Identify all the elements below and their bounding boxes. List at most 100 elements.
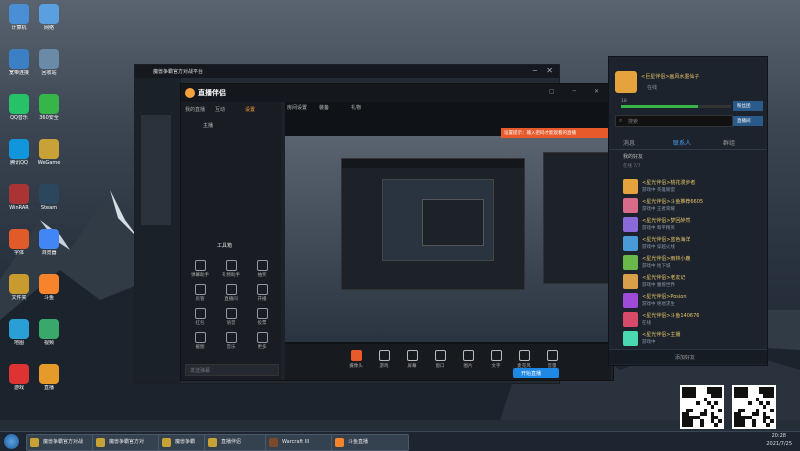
contact-avatar (623, 236, 638, 251)
bottom-tool[interactable]: 游戏 (371, 348, 397, 372)
bottom-tool[interactable]: 窗口 (427, 348, 453, 372)
tool-button[interactable]: 直播间 (216, 282, 246, 304)
tool-label: 弹幕助手 (191, 273, 209, 278)
desktop-icon[interactable]: 网络 (32, 4, 66, 31)
main-tab[interactable]: 设置 (245, 106, 255, 113)
desktop-icon[interactable]: 文件夹 (2, 274, 36, 301)
list-item[interactable]: <星光伴侣>雨林小鹿 游戏中 地下城 (623, 254, 763, 271)
tool-label: 房管 (195, 297, 205, 302)
tool-button[interactable]: 礼物助手 (216, 258, 246, 280)
desktop-icon[interactable]: 直播 (32, 364, 66, 391)
tool-button[interactable]: 抽奖 (247, 258, 277, 280)
list-item[interactable]: <星光伴侣>斗鱼推荐6605 游戏中 王者荣耀 (623, 197, 763, 214)
tool-icon (194, 332, 206, 343)
desktop-icon-image (39, 4, 59, 24)
desktop-icon[interactable]: 斗鱼 (32, 274, 66, 301)
tool-button[interactable]: 音乐 (216, 330, 246, 352)
sub-tab[interactable]: 礼物 (351, 104, 361, 111)
desktop-icon-label: 视频 (43, 340, 54, 346)
qr-code-right (732, 385, 776, 429)
tool-icon (256, 260, 268, 271)
desktop-icon[interactable]: 视频 (32, 319, 66, 346)
contact-sub: 游戏中 王者荣耀 (642, 207, 675, 212)
desktop-icon[interactable]: 360安全 (32, 94, 66, 121)
start-live-button[interactable]: 开始直播 (513, 368, 559, 378)
desktop-icon[interactable]: 回收站 (32, 49, 66, 76)
desktop-icon-label: 宽带连接 (8, 70, 29, 76)
list-item[interactable]: <星光伴侣>梦回醉然 游戏中 和平精英 (623, 216, 763, 233)
chat-input-placeholder: 发送弹幕 (190, 368, 211, 374)
desktop-icon[interactable]: Steam (32, 184, 66, 211)
contact-avatar (623, 331, 638, 346)
desktop-icon[interactable]: 腾讯QQ (2, 139, 36, 166)
tool-button[interactable]: 弹幕助手 (185, 258, 215, 280)
tool-icon (194, 284, 206, 295)
tool-button[interactable]: 截图 (185, 330, 215, 352)
contact-sub: 游戏中 (642, 340, 656, 345)
desktop-icon[interactable]: 浏览器 (32, 229, 66, 256)
list-item[interactable]: <星光伴侣>主播 游戏中 (623, 330, 763, 347)
tool-icon (225, 284, 237, 295)
bottom-tool[interactable]: 图片 (455, 348, 481, 372)
bottom-tool-icon (350, 350, 362, 361)
list-item[interactable]: <星光伴侣>斗鱼140676 在线 (623, 311, 763, 328)
bottom-bar[interactable]: 添加好友 (609, 349, 767, 364)
user-name: <巨星伴侣>画风水墨仙子 (641, 74, 700, 80)
chat-input[interactable]: 发送弹幕 (185, 364, 279, 376)
group-label[interactable]: 我的好友 (623, 153, 643, 160)
bottom-tool[interactable]: 屏幕 (399, 348, 425, 372)
bottom-tool[interactable]: 摄像头 (343, 348, 369, 372)
notice-banner[interactable]: 设置提示：输入密码才能观看的直播 (501, 128, 611, 138)
desktop-icon-label: 游戏 (13, 385, 24, 391)
chat-tab[interactable]: 群组 (723, 138, 735, 147)
main-tab[interactable]: 我的直播 (185, 106, 205, 113)
search-input[interactable]: ⌕ 搜索 (615, 115, 733, 127)
bottom-tool[interactable]: 文字 (483, 348, 509, 372)
list-item[interactable]: <星光伴侣>老友记 游戏中 魔兽世界 (623, 273, 763, 290)
desktop-icon[interactable]: WinRAR (2, 184, 36, 211)
tool-label: 开播 (257, 297, 267, 302)
desktop-icon[interactable]: 地图 (2, 319, 36, 346)
tool-button[interactable]: 投票 (247, 306, 277, 328)
chat-tab[interactable]: 联系人 (673, 138, 691, 147)
tool-button[interactable]: 更多 (247, 330, 277, 352)
window-controls[interactable]: ▢ ─ ✕ (549, 88, 607, 95)
desktop-icon[interactable]: 字体 (2, 229, 36, 256)
list-item[interactable]: <星光伴侣>蓝色海洋 游戏中 穿越火线 (623, 235, 763, 252)
nested-chat-preview (543, 152, 611, 284)
side-btn-1[interactable]: 直播间 (733, 116, 763, 126)
bottom-tool-icon (518, 350, 530, 361)
desktop-icon-image (9, 49, 29, 69)
main-tab[interactable]: 互动 (215, 106, 225, 113)
contact-avatar (623, 293, 638, 308)
sub-tab[interactable]: 房间设置 (287, 104, 307, 111)
list-item[interactable]: <星光伴侣>桃花漫步者 游戏中 英雄联盟 (623, 178, 763, 195)
taskbar-item[interactable]: 斗鱼直播 (331, 434, 409, 451)
contact-avatar (623, 198, 638, 213)
side-btn-0[interactable]: 粉丝团 (733, 101, 763, 111)
tool-button[interactable]: 房管 (185, 282, 215, 304)
tool-button[interactable]: 开播 (247, 282, 277, 304)
desktop-icon[interactable]: 游戏 (2, 364, 36, 391)
avatar[interactable] (615, 71, 637, 93)
contact-avatar (623, 179, 638, 194)
close-icon[interactable]: ✕ (546, 66, 553, 75)
sub-tab[interactable]: 装备 (319, 104, 329, 111)
bottom-tool-icon (406, 350, 418, 361)
taskbar-item-label: 斗鱼直播 (348, 439, 369, 445)
tool-button[interactable]: 语音 (216, 306, 246, 328)
desktop-icon[interactable]: 计算机 (2, 4, 36, 31)
desktop-icon[interactable]: 宽带连接 (2, 49, 36, 76)
tool-label: 更多 (257, 345, 267, 350)
notice-text: 设置提示：输入密码才能观看的直播 (504, 131, 576, 136)
main-window[interactable]: 直播伴侣 ▢ ─ ✕ 我的直播 互动 设置 主播 工具箱 弹幕助手 礼物助手 抽奖 房管 直… (180, 83, 614, 381)
tool-icon (256, 332, 268, 343)
desktop-icon[interactable]: WeGame (32, 139, 66, 166)
taskbar-item-label: 直播伴侣 (221, 439, 242, 445)
chat-tab[interactable]: 消息 (623, 138, 635, 147)
tool-button[interactable]: 红包 (185, 306, 215, 328)
start-button[interactable] (4, 434, 19, 449)
list-item[interactable]: <星光伴侣>Posion 游戏中 绝地求生 (623, 292, 763, 309)
minimize-icon[interactable]: ─ (533, 67, 537, 75)
desktop-icon[interactable]: QQ音乐 (2, 94, 36, 121)
